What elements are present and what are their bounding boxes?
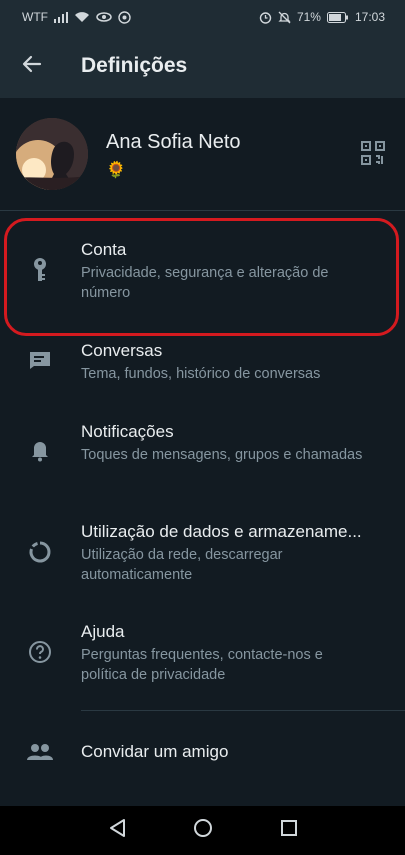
arrow-left-icon (22, 54, 42, 79)
setting-account[interactable]: Conta Privacidade, segurança e alteração… (0, 222, 405, 332)
status-left: WTF (22, 10, 131, 24)
battery-icon (326, 11, 349, 23)
help-icon (26, 638, 54, 666)
back-button[interactable] (0, 34, 64, 98)
signal-icon (54, 11, 68, 23)
status-right: 71% 17:03 (259, 10, 385, 24)
mute-bell-icon (278, 11, 291, 24)
setting-invite-friend[interactable]: Convidar um amigo (0, 722, 405, 782)
profile-about: 🌻 (106, 162, 126, 179)
setting-title: Notificações (81, 422, 174, 441)
people-icon (26, 738, 54, 766)
profile-row[interactable]: Ana Sofia Neto 🌻 (0, 98, 405, 210)
triangle-back-icon (108, 818, 126, 843)
page-title: Definições (81, 54, 188, 77)
setting-help[interactable]: Ajuda Perguntas frequentes, contacte-nos… (0, 612, 405, 692)
setting-subtitle: Tema, fundos, histórico de conversas (81, 366, 321, 382)
setting-subtitle: Toques de mensagens, grupos e chamadas (81, 447, 363, 463)
qr-code-icon (360, 141, 386, 170)
profile-name: Ana Sofia Neto (106, 131, 241, 153)
qr-code-button[interactable] (360, 140, 388, 168)
alarm-icon (259, 11, 272, 24)
whatsapp-icon (118, 10, 131, 24)
divider (81, 710, 405, 711)
wifi-icon (74, 11, 90, 23)
nav-back-button[interactable] (105, 819, 129, 843)
setting-data-storage[interactable]: Utilização de dados e armazename... Util… (0, 512, 405, 592)
chat-icon (26, 346, 54, 374)
battery-label: 71% (296, 10, 321, 24)
square-recents-icon (280, 819, 298, 842)
setting-title: Ajuda (81, 622, 125, 641)
setting-title: Utilização de dados e armazename... (81, 522, 362, 541)
setting-title: Convidar um amigo (81, 742, 229, 761)
bell-icon (26, 436, 54, 464)
nav-recents-button[interactable] (277, 819, 301, 843)
carrier-label: WTF (22, 10, 48, 24)
setting-subtitle: Utilização da rede, descarregar automati… (81, 547, 283, 583)
data-usage-icon (26, 538, 54, 566)
nav-home-button[interactable] (191, 819, 215, 843)
app-bar: Definições (0, 34, 405, 98)
status-bar: WTF 71% 17:03 (0, 0, 405, 34)
setting-notifications[interactable]: Notificações Toques de mensagens, grupos… (0, 412, 405, 492)
eye-icon (96, 12, 112, 22)
setting-title: Conta (81, 240, 127, 259)
system-nav-bar (0, 806, 405, 855)
circle-home-icon (193, 818, 213, 843)
divider (0, 210, 405, 211)
setting-chats[interactable]: Conversas Tema, fundos, histórico de con… (0, 336, 405, 396)
setting-subtitle: Perguntas frequentes, contacte-nos e pol… (81, 647, 323, 683)
key-icon (26, 256, 54, 284)
avatar[interactable] (16, 118, 88, 190)
clock-label: 17:03 (354, 10, 385, 24)
setting-title: Conversas (81, 341, 163, 360)
setting-subtitle: Privacidade, segurança e alteração de nú… (81, 265, 329, 301)
